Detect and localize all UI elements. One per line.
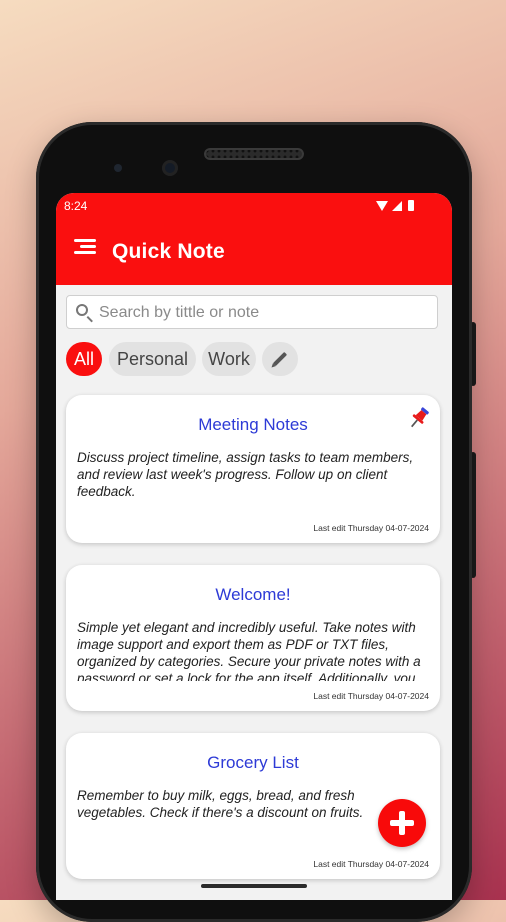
app-screen: 8:24 Quick Note All Personal Work Meetin… [56,193,452,900]
note-title: Grocery List [207,753,299,772]
note-title: Welcome! [215,585,291,604]
add-note-button[interactable] [378,799,426,847]
status-time: 8:24 [64,199,88,213]
search-input[interactable] [97,296,431,329]
status-bar: 8:24 [64,199,444,215]
status-icons [376,200,422,213]
menu-icon[interactable] [74,239,96,255]
pin-icon[interactable] [406,405,432,431]
edit-pencil-icon [272,351,288,367]
signal-icon [392,201,402,211]
filter-personal[interactable]: Personal [109,342,196,376]
note-last-edit: Last edit Thursday 04-07-2024 [313,523,429,533]
note-body: Simple yet elegant and incredibly useful… [77,620,421,681]
home-indicator[interactable] [201,884,307,888]
note-last-edit: Last edit Thursday 04-07-2024 [313,859,429,869]
note-body: Remember to buy milk, eggs, bread, and f… [77,788,364,820]
battery-icon [408,200,414,211]
edit-categories-button[interactable] [262,342,298,376]
front-camera [162,160,178,176]
sensor [114,164,122,172]
filter-all[interactable]: All [66,342,102,376]
search-bar[interactable] [66,295,438,329]
note-last-edit: Last edit Thursday 04-07-2024 [313,691,429,701]
note-card[interactable]: Welcome! Simple yet elegant and incredib… [66,565,440,711]
note-title: Meeting Notes [198,415,308,434]
note-card[interactable]: Meeting Notes Discuss project timeline, … [66,395,440,543]
earpiece-speaker [204,148,304,160]
note-body: Discuss project timeline, assign tasks t… [77,450,414,499]
wifi-icon [376,201,388,211]
app-title: Quick Note [112,240,225,263]
search-icon [76,304,88,316]
app-bar: 8:24 Quick Note [56,193,452,285]
filter-work[interactable]: Work [202,342,256,376]
